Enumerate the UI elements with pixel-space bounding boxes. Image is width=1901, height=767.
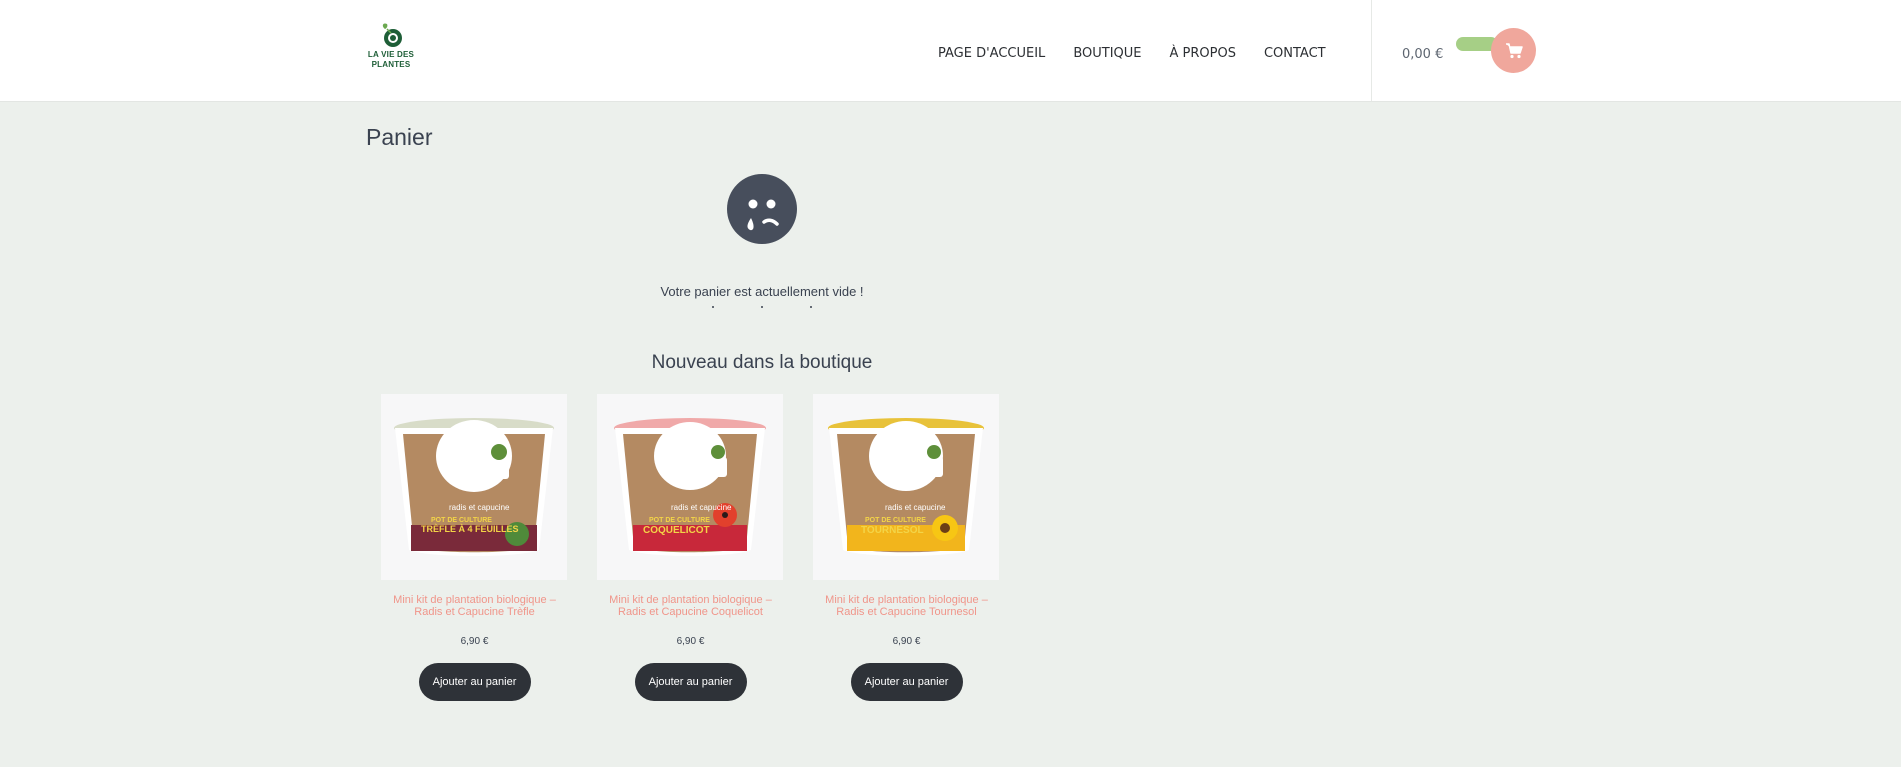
cart-total[interactable]: 0,00 € [1402,47,1443,62]
product-price: 6,90 € [460,636,489,647]
product-name-link[interactable]: Mini kit de plantation biologique – Radi… [814,594,1000,618]
product-image[interactable]: radis et capucine POT DE CULTURE COQUELI… [597,394,783,580]
product-card: radis et capucine POT DE CULTURE COQUELI… [597,394,784,701]
pack-line1: POT DE CULTURE [865,517,926,524]
sad-face-icon [727,174,797,244]
product-price: 6,90 € [892,636,921,647]
cart-button[interactable] [1491,28,1536,73]
site-logo[interactable]: LA VIE DES PLANTES [362,20,420,80]
pack-line1: POT DE CULTURE [431,517,492,524]
logo-text-line2: PLANTES [371,60,411,69]
pack-brand: radis et capucine [885,503,946,512]
product-image[interactable]: radis et capucine POT DE CULTURE TOURNES… [813,394,999,580]
empty-cart-message: Votre panier est actuellement vide ! [660,284,864,299]
plant-pot-image: radis et capucine POT DE CULTURE TOURNES… [828,418,984,556]
product-image[interactable]: radis et capucine POT DE CULTURE TRÈFLE … [381,394,567,580]
plant-pot-image: radis et capucine POT DE CULTURE TRÈFLE … [394,418,554,556]
main-nav: PAGE D'ACCUEIL BOUTIQUE À PROPOS CONTACT [938,46,1354,61]
add-to-cart-button[interactable]: Ajouter au panier [634,663,747,701]
add-to-cart-button[interactable]: Ajouter au panier [850,663,963,701]
product-card: radis et capucine POT DE CULTURE TRÈFLE … [381,394,568,701]
page-title: Panier [366,124,433,150]
pack-line2: COQUELICOT [643,525,710,536]
leaf-logo-icon [382,23,402,47]
plant-pot-image: radis et capucine POT DE CULTURE COQUELI… [614,418,766,556]
new-products-heading: Nouveau dans la boutique [651,352,873,373]
site-header: LA VIE DES PLANTES PAGE D'ACCUEIL BOUTIQ… [0,0,1901,102]
product-name-link[interactable]: Mini kit de plantation biologique – Radi… [382,594,568,618]
nav-home[interactable]: PAGE D'ACCUEIL [938,46,1045,61]
nav-contact[interactable]: CONTACT [1264,46,1326,61]
pack-line2: TRÈFLE À 4 FEUILLES [421,524,519,534]
product-price: 6,90 € [676,636,705,647]
nav-about[interactable]: À PROPOS [1170,46,1236,61]
add-to-cart-button[interactable]: Ajouter au panier [418,663,531,701]
pack-brand: radis et capucine [449,503,510,512]
header-divider [1371,0,1372,101]
logo-text-line1: LA VIE DES [367,50,415,59]
product-name-link[interactable]: Mini kit de plantation biologique – Radi… [598,594,784,618]
pack-line2: TOURNESOL [861,525,924,536]
cart-icon [1505,42,1523,58]
loading-dots [700,306,824,314]
pack-line1: POT DE CULTURE [649,517,710,524]
pack-brand: radis et capucine [671,503,732,512]
product-card: radis et capucine POT DE CULTURE TOURNES… [813,394,1000,701]
nav-shop[interactable]: BOUTIQUE [1073,46,1141,61]
